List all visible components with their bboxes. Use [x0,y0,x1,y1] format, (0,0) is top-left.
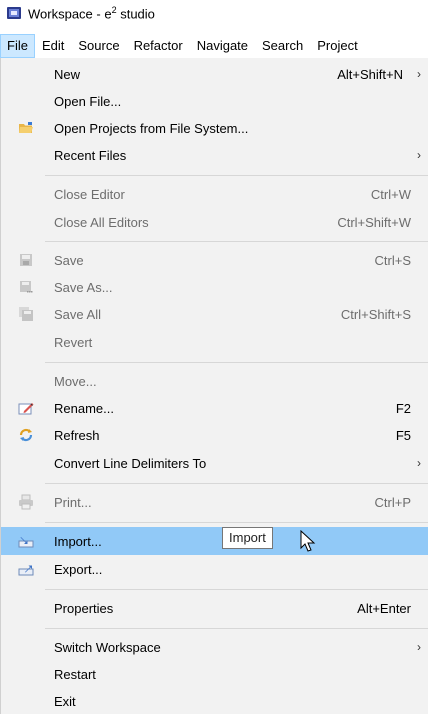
file-menu-dropdown: New Alt+Shift+N › Open File... Open Proj… [0,58,428,714]
menu-item-shortcut: F2 [395,400,411,416]
menu-item-switch-workspace[interactable]: Switch Workspace › [1,633,428,661]
menu-item-move[interactable]: Move... [1,367,428,395]
menu-item-new[interactable]: New Alt+Shift+N › [1,60,428,88]
menu-bar: File Edit Source Refactor Navigate Searc… [0,34,428,58]
menu-item-recent-files[interactable]: Recent Files › [1,141,428,169]
menu-item-properties[interactable]: Properties Alt+Enter [1,594,428,622]
menu-project[interactable]: Project [310,34,364,58]
menu-separator [45,483,428,484]
rename-pencil-icon [18,400,34,416]
menu-item-label: Import... [54,533,102,549]
menu-item-label: Move... [54,373,97,389]
menu-item-shortcut: Alt+Enter [357,600,411,616]
menu-file[interactable]: File [0,34,35,58]
menu-item-label: New [54,66,81,82]
menu-item-label: Save [54,252,84,268]
menu-item-open-projects[interactable]: Open Projects from File System... [1,114,428,142]
menu-item-label: Open Projects from File System... [54,120,249,136]
menu-item-label: Close All Editors [54,214,149,230]
menu-search[interactable]: Search [255,34,310,58]
menu-item-shortcut: Ctrl+Shift+W [337,214,411,230]
menu-source[interactable]: Source [71,34,126,58]
menu-item-export[interactable]: Export... [1,555,428,583]
menu-item-revert[interactable]: Revert [1,328,428,356]
menu-separator [45,175,428,176]
menu-refactor[interactable]: Refactor [127,34,190,58]
menu-item-label: Restart [54,666,96,682]
menu-separator [45,628,428,629]
window-titlebar: Workspace - e2 studio [0,0,428,26]
e2-studio-app-icon [6,5,22,21]
menu-item-label: Open File... [54,93,122,109]
menu-item-label: Revert [54,334,93,350]
menu-item-label: Save As... [54,279,113,295]
menu-separator [45,241,428,242]
menu-item-label: Exit [54,693,76,709]
menu-item-print[interactable]: Print... Ctrl+P [1,488,428,516]
menu-item-save-as[interactable]: Save As... [1,273,428,301]
mouse-pointer-icon [300,529,318,554]
menu-separator [45,362,428,363]
menu-item-close-all-editors[interactable]: Close All Editors Ctrl+Shift+W [1,208,428,236]
menu-item-label: Convert Line Delimiters To [54,455,207,471]
refresh-icon [18,427,34,443]
menu-item-restart[interactable]: Restart [1,660,428,688]
menu-item-exit[interactable]: Exit [1,687,428,715]
menu-item-label: Save All [54,306,101,322]
menu-item-save-all[interactable]: Save All Ctrl+Shift+S [1,300,428,328]
printer-icon [18,494,34,510]
menu-item-label: Switch Workspace [54,639,161,655]
menu-item-label: Recent Files [54,147,127,163]
import-tooltip: Import [222,527,273,549]
menu-separator [45,522,428,523]
save-as-icon [18,279,34,295]
save-all-icon [18,306,34,322]
menu-item-shortcut: Ctrl+P [374,494,411,510]
menu-navigate[interactable]: Navigate [190,34,255,58]
menu-item-open-file[interactable]: Open File... [1,87,428,115]
menu-item-close-editor[interactable]: Close Editor Ctrl+W [1,180,428,208]
menu-item-rename[interactable]: Rename... F2 [1,394,428,422]
menu-item-shortcut: Ctrl+W [370,186,411,202]
menu-item-shortcut: F5 [395,427,411,443]
menu-item-label: Refresh [54,427,100,443]
menu-item-label: Print... [54,494,92,510]
submenu-arrow-icon: › [417,67,421,81]
menu-item-refresh[interactable]: Refresh F5 [1,421,428,449]
menu-item-label: Export... [54,561,103,577]
menu-item-convert-line-delimiters[interactable]: Convert Line Delimiters To › [1,449,428,477]
menu-item-label: Rename... [54,400,114,416]
submenu-arrow-icon: › [417,456,421,470]
submenu-arrow-icon: › [417,148,421,162]
menu-item-shortcut: Ctrl+Shift+S [340,306,411,322]
submenu-arrow-icon: › [417,640,421,654]
menu-item-shortcut: Alt+Shift+N [337,66,403,82]
save-disk-icon [18,252,34,268]
menu-separator [45,589,428,590]
menu-edit[interactable]: Edit [35,34,71,58]
menu-item-shortcut: Ctrl+S [374,252,411,268]
folder-open-icon [18,120,34,136]
import-icon [18,533,34,549]
menu-item-import[interactable]: Import... [1,527,428,555]
menu-item-label: Close Editor [54,186,125,202]
window-title: Workspace - e2 studio [28,4,155,22]
menu-item-label: Properties [54,600,114,616]
export-icon [18,561,34,577]
menu-item-save[interactable]: Save Ctrl+S [1,246,428,274]
